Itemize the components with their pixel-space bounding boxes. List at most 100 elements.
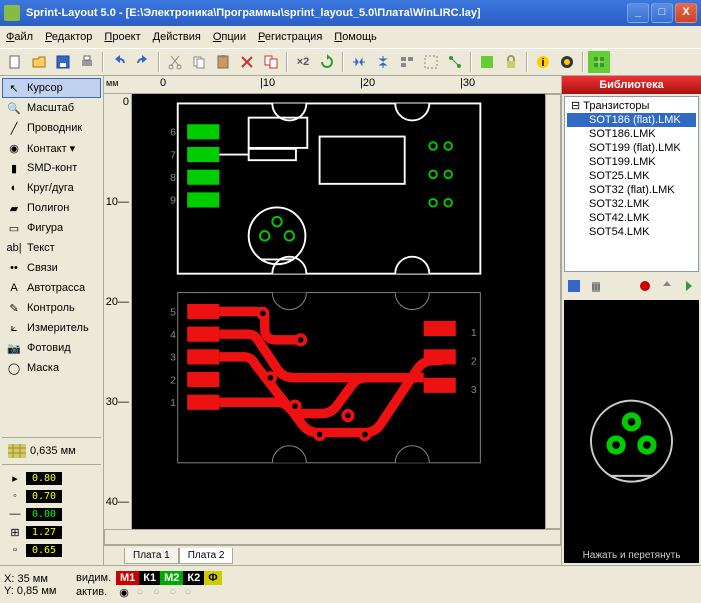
tool-check[interactable]: ✎Контроль (2, 298, 101, 318)
tool-arc[interactable]: ◐Круг/дуга (2, 178, 101, 198)
status-bar: X: 35 мм Y: 0,85 мм видим. М1 К1 М2 К2 Ф… (0, 565, 701, 603)
svg-text:5: 5 (170, 307, 176, 318)
scrollbar-vertical[interactable] (545, 94, 561, 529)
auto-icon: A (7, 281, 21, 295)
menu-Действия[interactable]: Действия (153, 31, 201, 43)
coordinates: X: 35 мм Y: 0,85 мм (0, 571, 72, 599)
mirror-v-button[interactable] (372, 51, 394, 73)
tool-smd[interactable]: ▮SMD-конт (2, 158, 101, 178)
menu-Опции[interactable]: Опции (213, 31, 246, 43)
svg-text:8: 8 (170, 173, 176, 184)
lock-button[interactable] (500, 51, 522, 73)
menu-Редактор[interactable]: Редактор (45, 31, 92, 43)
tool-shape[interactable]: ▭Фигура (2, 218, 101, 238)
group-button[interactable] (420, 51, 442, 73)
param-value-1[interactable]: 0.70 (26, 490, 62, 503)
svg-text:2: 2 (170, 375, 176, 386)
lib-item[interactable]: SOT25.LMK (567, 169, 696, 183)
param-value-2[interactable]: 0.00 (26, 508, 62, 521)
measure-icon: ⟀ (7, 321, 21, 335)
close-button[interactable]: X (675, 3, 697, 23)
library-preview[interactable]: Нажать и перетянуть (564, 300, 699, 563)
scan-button[interactable] (588, 51, 610, 73)
minimize-button[interactable]: _ (627, 3, 649, 23)
param-icon-3: ⊞ (8, 525, 22, 539)
lib-save-button[interactable] (564, 276, 584, 296)
print-button[interactable] (76, 51, 98, 73)
tool-cursor[interactable]: ↖Курсор (2, 78, 101, 98)
lib-item[interactable]: SOT32 (flat).LMK (567, 183, 696, 197)
main-toolbar: ×2 i (0, 48, 701, 76)
paste-button[interactable] (212, 51, 234, 73)
lib-folder[interactable]: ⊟ Транзисторы (567, 99, 696, 113)
save-button[interactable] (52, 51, 74, 73)
tool-photo[interactable]: 📷Фотовид (2, 338, 101, 358)
param-value-3[interactable]: 1.27 (26, 526, 62, 539)
lib-item[interactable]: SOT54.LMK (567, 225, 696, 239)
tool-zoom[interactable]: 🔍Масштаб (2, 98, 101, 118)
board-tabs: Плата 1Плата 2 (104, 545, 561, 565)
lib-item[interactable]: SOT199 (flat).LMK (567, 141, 696, 155)
tab-1[interactable]: Плата 2 (179, 548, 234, 564)
text-icon: ab| (7, 241, 21, 255)
tool-conn[interactable]: ••Связи (2, 258, 101, 278)
mirror-h-button[interactable] (348, 51, 370, 73)
undo-button[interactable] (108, 51, 130, 73)
tool-auto[interactable]: AАвтотрасса (2, 278, 101, 298)
align-button[interactable] (396, 51, 418, 73)
pcb-canvas[interactable]: 6 7 8 9 (132, 94, 545, 529)
connections-button[interactable] (444, 51, 466, 73)
tool-measure[interactable]: ⟀Измеритель (2, 318, 101, 338)
scrollbar-horizontal[interactable] (104, 529, 561, 545)
tool-track[interactable]: ╱Проводник (2, 118, 101, 138)
lib-item[interactable]: SOT186.LMK (567, 127, 696, 141)
fill-button[interactable] (476, 51, 498, 73)
menu-Регистрация[interactable]: Регистрация (258, 31, 322, 43)
param-icon-1: ◦ (8, 489, 22, 503)
tool-contact[interactable]: ◉Контакт ▾ (2, 138, 101, 158)
tool-text[interactable]: ab|Текст (2, 238, 101, 258)
tool-palette: ↖Курсор🔍Масштаб╱Проводник◉Контакт ▾▮SMD-… (0, 76, 104, 565)
delete-button[interactable] (236, 51, 258, 73)
new-button[interactable] (4, 51, 26, 73)
redo-button[interactable] (132, 51, 154, 73)
tool-mask[interactable]: ◯Маска (2, 358, 101, 378)
duplicate-button[interactable] (260, 51, 282, 73)
lib-delete-button[interactable] (586, 276, 606, 296)
lib-item[interactable]: SOT42.LMK (567, 211, 696, 225)
layer-indicator[interactable]: видим. М1 К1 М2 К2 Ф актив. ◉ ○ ○ ○ ○ (72, 571, 226, 599)
menu-Файл[interactable]: Файл (6, 31, 33, 43)
grid-icon (8, 444, 26, 458)
cut-button[interactable] (164, 51, 186, 73)
x2-button[interactable]: ×2 (292, 51, 314, 73)
svg-text:1: 1 (471, 328, 477, 339)
grid-value[interactable]: 0,635 мм (30, 445, 76, 457)
lib-item[interactable]: SOT186 (flat).LMK (567, 113, 696, 127)
lib-up-button[interactable] (657, 276, 677, 296)
rotate-button[interactable] (316, 51, 338, 73)
zoom-icon: 🔍 (7, 101, 21, 115)
copy-button[interactable] (188, 51, 210, 73)
maximize-button[interactable]: □ (651, 3, 673, 23)
menu-Помощь[interactable]: Помощь (334, 31, 377, 43)
photo-icon: 📷 (7, 341, 21, 355)
menu-Проект[interactable]: Проект (104, 31, 140, 43)
param-value-0[interactable]: 0.80 (26, 472, 62, 485)
tool-poly[interactable]: ▰Полигон (2, 198, 101, 218)
titlebar: Sprint-Layout 5.0 - [E:\Электроника\Прог… (0, 0, 701, 26)
tab-0[interactable]: Плата 1 (124, 548, 179, 564)
lib-item[interactable]: SOT199.LMK (567, 155, 696, 169)
conn-icon: •• (7, 261, 21, 275)
view-button[interactable] (556, 51, 578, 73)
svg-text:3: 3 (170, 353, 176, 364)
param-value-4[interactable]: 0.65 (26, 544, 62, 557)
lib-next-button[interactable] (679, 276, 699, 296)
svg-text:2: 2 (471, 356, 477, 367)
info-button[interactable]: i (532, 51, 554, 73)
open-button[interactable] (28, 51, 50, 73)
library-tree[interactable]: ⊟ ТранзисторыSOT186 (flat).LMKSOT186.LMK… (564, 96, 699, 272)
arc-icon: ◐ (7, 181, 21, 195)
smd-icon: ▮ (7, 161, 21, 175)
lib-item[interactable]: SOT32.LMK (567, 197, 696, 211)
lib-record-button[interactable] (635, 276, 655, 296)
